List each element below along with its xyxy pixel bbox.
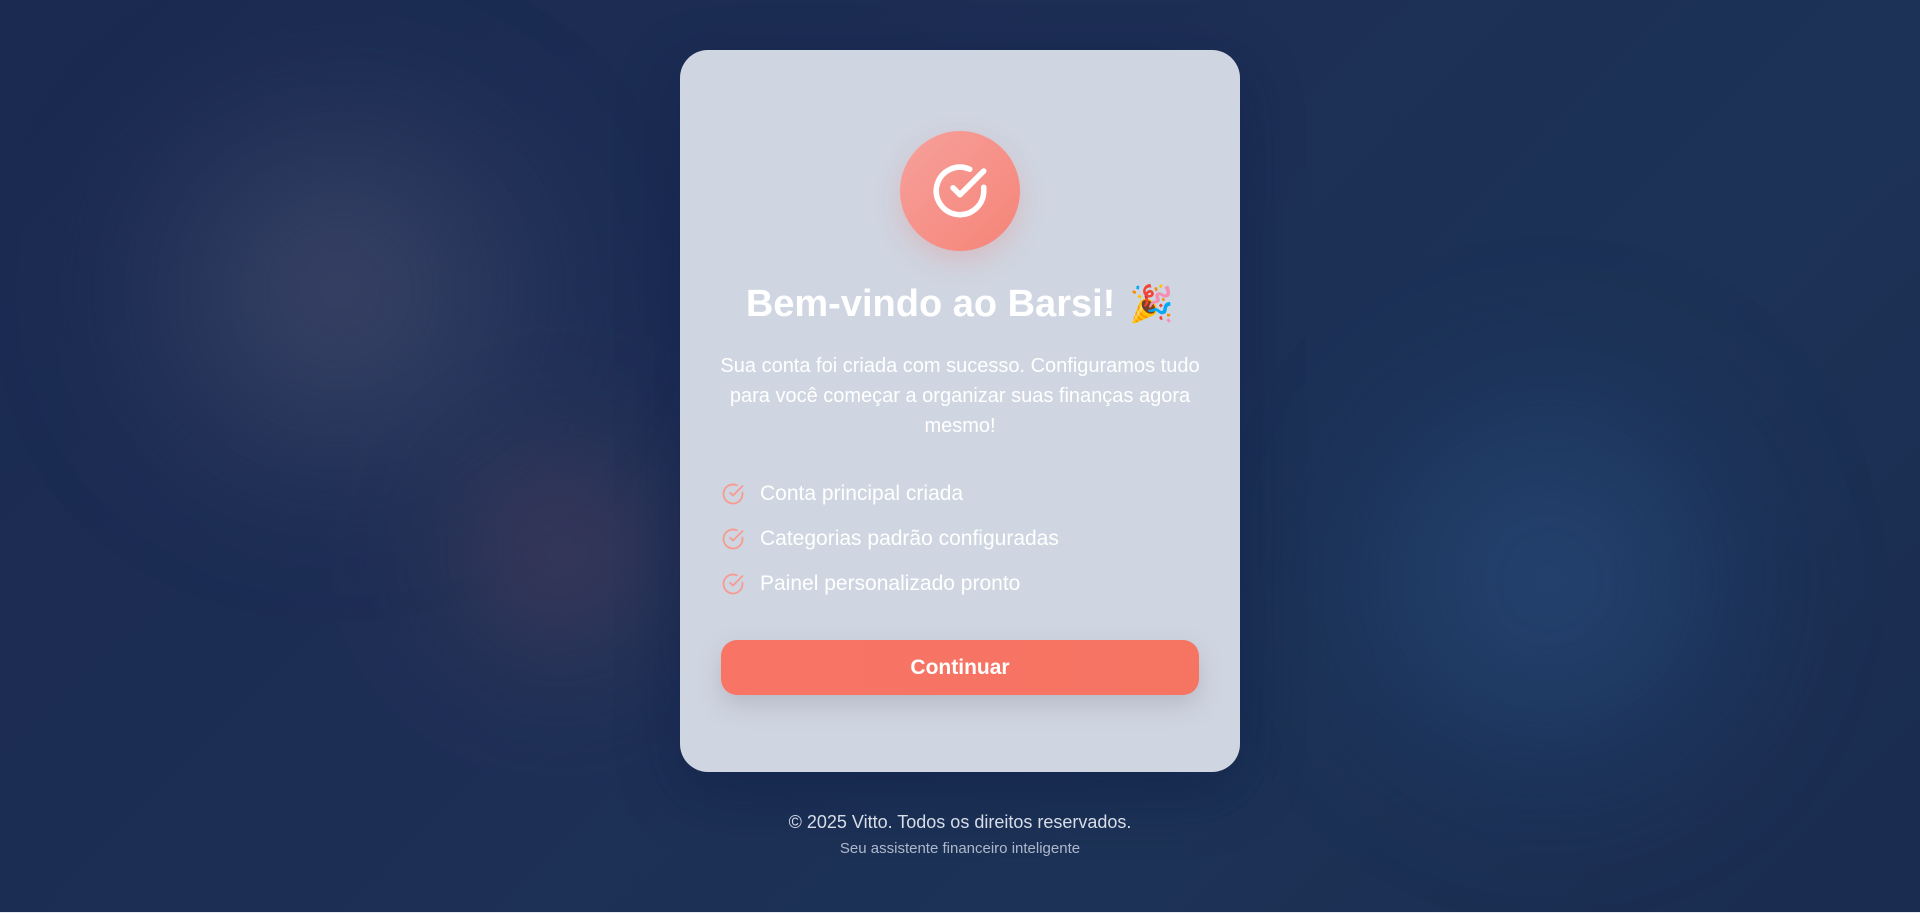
welcome-subtitle: Sua conta foi criada com sucesso. Config…: [720, 355, 1200, 437]
checklist-item: Painel personalizado pronto: [720, 561, 1200, 606]
checklist-item-label: Painel personalizado pronto: [760, 571, 1021, 595]
check-circle-icon: [933, 164, 987, 218]
party-popper-icon: 🎉: [1129, 283, 1175, 324]
check-circle-icon: [720, 526, 746, 552]
welcome-title-text: Bem-vindo ao Barsi!: [745, 282, 1116, 325]
welcome-title: Bem-vindo ao Barsi! 🎉: [746, 279, 1174, 329]
welcome-card: Bem-vindo ao Barsi! 🎉 Sua conta foi cria…: [680, 50, 1240, 772]
checklist-item-label: Categorias padrão configuradas: [760, 526, 1059, 550]
check-circle-icon: [720, 571, 746, 597]
checklist-item: Categorias padrão configuradas: [720, 516, 1200, 561]
background-blob-left: [80, 80, 600, 500]
background-blob-right: [1330, 340, 1770, 820]
success-badge: [900, 131, 1020, 251]
checklist-item-label: Conta principal criada: [760, 481, 964, 505]
footer-copyright: © 2025 Vitto. Todos os direitos reservad…: [788, 812, 1132, 832]
setup-checklist: Conta principal criada Categorias padrão…: [720, 471, 1200, 606]
page-footer: © 2025 Vitto. Todos os direitos reservad…: [0, 812, 1920, 857]
footer-tagline: Seu assistente financeiro inteligente: [839, 840, 1081, 857]
continue-button[interactable]: Continuar: [721, 640, 1199, 695]
checklist-item: Conta principal criada: [720, 471, 1200, 516]
check-circle-icon: [720, 481, 746, 507]
